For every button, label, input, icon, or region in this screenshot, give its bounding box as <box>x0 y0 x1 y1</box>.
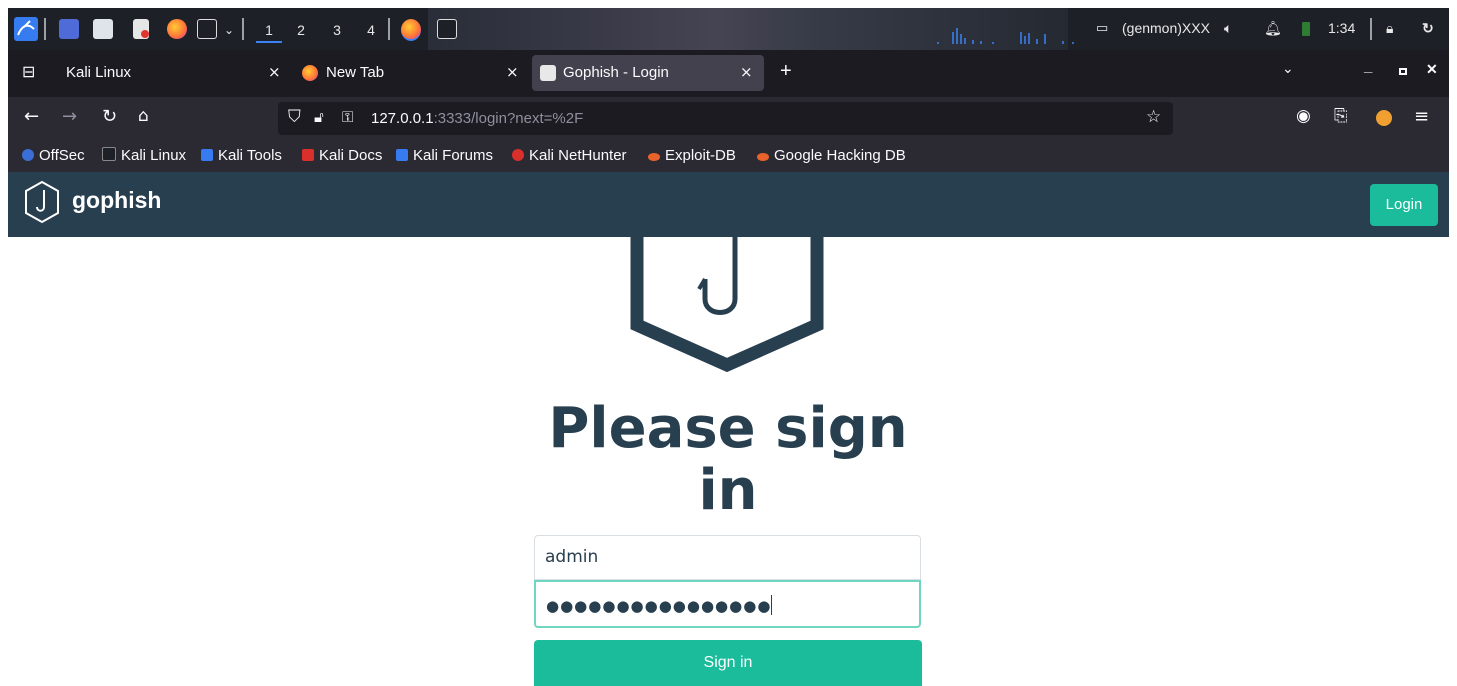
new-tab-button[interactable]: + <box>780 60 792 83</box>
tab-close-icon[interactable]: × <box>506 63 519 81</box>
tab-new-tab[interactable]: New Tab × <box>294 55 532 91</box>
workspace-2[interactable]: 2 <box>288 19 314 41</box>
url-text[interactable]: 127.0.0.1:3333/login?next=%2F <box>371 110 583 127</box>
navbar-login-button[interactable]: Login <box>1370 184 1438 226</box>
kali-menu-icon[interactable] <box>14 17 38 41</box>
bookmark-label: Kali Docs <box>319 147 383 164</box>
close-window-icon[interactable]: ✕ <box>1426 61 1438 78</box>
bookmark-kali-docs[interactable]: Kali Docs <box>302 147 382 164</box>
bookmark-label: Kali Tools <box>218 147 282 164</box>
extension-cookie-icon[interactable] <box>1376 110 1392 126</box>
tab-label: Kali Linux <box>66 64 132 81</box>
chevron-down-icon[interactable]: ⌄ <box>222 19 236 41</box>
bookmark-label: Kali Linux <box>121 147 187 164</box>
lock-icon[interactable]: 🔒︎ <box>1386 20 1393 37</box>
password-mask: ●●●●●●●●●●●●●●●● <box>546 597 772 615</box>
notification-bell-icon[interactable]: 🔔︎ <box>1264 20 1282 37</box>
file-manager-icon[interactable] <box>93 19 113 39</box>
volume-icon[interactable]: 🔈︎ <box>1224 20 1232 37</box>
bookmarks-toolbar: OffSec Kali Linux Kali Tools Kali Docs K… <box>8 141 1449 172</box>
url-host: 127.0.0.1 <box>371 110 434 127</box>
gophish-navbar: gophish Login <box>8 172 1449 237</box>
tab-label: New Tab <box>326 64 385 81</box>
kali-docs-icon <box>302 149 314 161</box>
taskbar-separator <box>44 18 46 40</box>
browser-tab-bar: ⊟ Kali Linux × New Tab × Gophish - Login… <box>8 50 1449 97</box>
tab-close-icon[interactable]: × <box>268 63 281 81</box>
username-input[interactable]: admin <box>534 535 921 580</box>
kali-forums-icon <box>396 149 408 161</box>
kali-dragon-icon <box>102 147 116 161</box>
gophish-favicon-icon <box>540 65 556 81</box>
bookmark-label: Exploit-DB <box>665 147 736 164</box>
taskbar-separator <box>1370 18 1372 40</box>
ghdb-icon <box>757 153 769 161</box>
bookmark-kali-nethunter[interactable]: Kali NetHunter <box>512 147 627 164</box>
tab-kali-linux[interactable]: Kali Linux × <box>54 55 294 91</box>
kali-tools-icon <box>201 149 213 161</box>
exploit-db-icon <box>648 153 660 161</box>
terminal-launcher-icon[interactable] <box>197 19 217 39</box>
tab-overview-icon[interactable]: ⊟ <box>22 62 35 82</box>
back-arrow-icon[interactable]: ← <box>24 106 39 127</box>
workspace-1[interactable]: 1 <box>256 19 282 43</box>
reload-icon[interactable]: ↻ <box>102 106 117 127</box>
terminal-window-icon[interactable] <box>437 19 457 39</box>
gophish-logo-icon[interactable] <box>23 180 61 224</box>
tracking-shield-icon[interactable]: ⛉ <box>288 107 301 127</box>
list-all-tabs-icon[interactable]: ⌄ <box>1282 60 1294 77</box>
genmon-label: (genmon)XXX <box>1122 20 1210 36</box>
tab-close-icon[interactable]: × <box>740 63 753 81</box>
battery-icon[interactable] <box>1302 22 1310 36</box>
password-input[interactable]: ●●●●●●●●●●●●●●●● <box>534 580 921 628</box>
network-activity-graph <box>937 28 1074 44</box>
show-desktop-icon[interactable] <box>59 19 79 39</box>
system-taskbar: ⌄ 1 2 3 4 ▭ (genmon)XXX 🔈︎ 🔔︎ 1:34 🔒︎ ↻ <box>8 8 1449 50</box>
key-icon[interactable]: ⚿ <box>342 108 353 126</box>
signin-button[interactable]: Sign in <box>534 640 922 686</box>
clock[interactable]: 1:34 <box>1328 20 1355 36</box>
firefox-window-icon[interactable] <box>401 19 421 41</box>
tab-gophish-login[interactable]: Gophish - Login × <box>532 55 764 91</box>
offsec-icon <box>22 149 34 161</box>
bookmark-google-hacking-db[interactable]: Google Hacking DB <box>757 147 906 164</box>
taskbar-separator <box>388 18 390 40</box>
bookmark-label: OffSec <box>39 147 85 164</box>
bookmark-exploit-db[interactable]: Exploit-DB <box>648 147 736 164</box>
signin-heading: Please sign in <box>548 396 908 523</box>
home-icon[interactable]: ⌂ <box>138 106 149 126</box>
maximize-window-icon[interactable] <box>1399 68 1407 75</box>
firefox-launcher-icon[interactable] <box>167 19 187 39</box>
insecure-lock-icon[interactable]: 🔓︎ <box>314 108 324 126</box>
extensions-icon[interactable]: ⎘ <box>1334 106 1348 126</box>
bookmark-offsec[interactable]: OffSec <box>22 147 85 164</box>
bookmark-label: Kali Forums <box>413 147 494 164</box>
bookmark-kali-forums[interactable]: Kali Forums <box>396 147 493 164</box>
url-bar[interactable]: ⛉ 🔓︎ ⚿ 127.0.0.1:3333/login?next=%2F ☆ <box>278 102 1173 135</box>
account-icon[interactable]: ◉ <box>1296 106 1311 126</box>
text-cursor <box>771 595 773 615</box>
bookmark-label: Kali NetHunter <box>529 147 627 164</box>
bookmark-star-icon[interactable]: ☆ <box>1146 107 1161 127</box>
forward-arrow-icon[interactable]: → <box>62 106 77 127</box>
firefox-favicon-icon <box>302 65 318 81</box>
nethunter-icon <box>512 149 524 161</box>
tab-label: Gophish - Login <box>563 64 669 81</box>
logout-icon[interactable]: ↻ <box>1422 20 1434 37</box>
text-editor-icon[interactable] <box>133 19 149 39</box>
bookmark-label: Google Hacking DB <box>774 147 906 164</box>
workspace-3[interactable]: 3 <box>324 19 350 41</box>
gophish-brand[interactable]: gophish <box>72 187 161 214</box>
bookmark-kali-tools[interactable]: Kali Tools <box>201 147 282 164</box>
taskbar-separator <box>242 18 244 40</box>
workspace-4[interactable]: 4 <box>358 19 384 41</box>
hamburger-menu-icon[interactable]: ≡ <box>1414 106 1429 127</box>
browser-nav-bar: ← → ↻ ⌂ ⛉ 🔓︎ ⚿ 127.0.0.1:3333/login?next… <box>8 97 1449 141</box>
minimize-window-icon[interactable]: _ <box>1364 58 1372 75</box>
monitor-icon: ▭ <box>1096 20 1109 35</box>
url-path: :3333/login?next=%2F <box>433 110 584 127</box>
gophish-hook-logo-icon <box>630 237 824 372</box>
bookmark-kali-linux[interactable]: Kali Linux <box>102 147 186 164</box>
